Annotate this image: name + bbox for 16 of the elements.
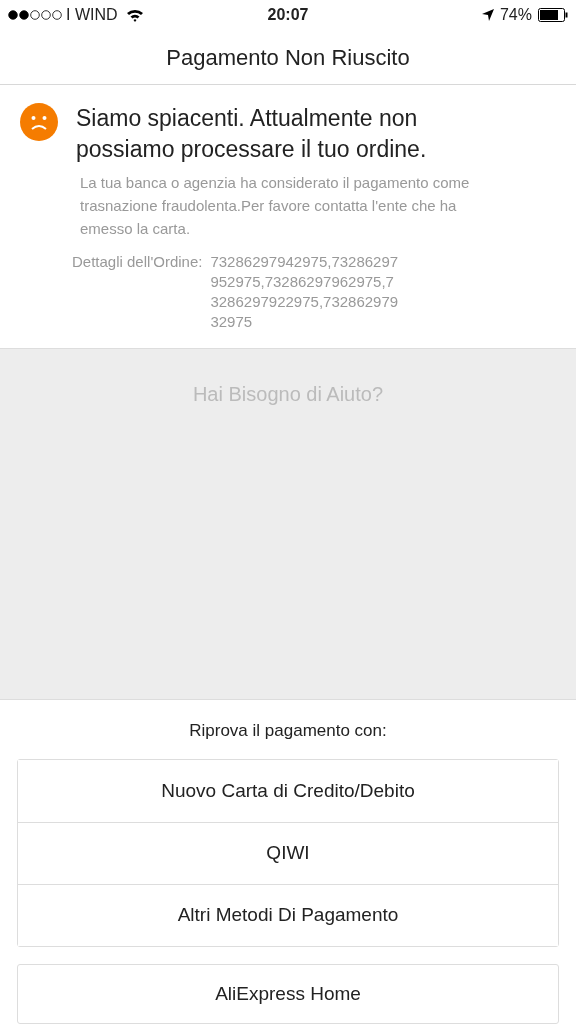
error-message: La tua banca o agenzia ha considerato il pagamento come trasnazione fraudolenta.Per favore contatta l'ente che ha emesso la carta.: [79, 173, 471, 239]
signal-icon: [8, 10, 62, 21]
battery-percentage: 74%: [499, 5, 532, 26]
sad-face-icon: [20, 103, 58, 141]
clock-time: 20:07: [267, 5, 309, 26]
home-button[interactable]: AliExpress Home: [17, 964, 559, 1024]
error-heading: Siamo spiacenti. Attualmente non possiamo processare il tuo ordine.: [76, 104, 428, 164]
order-details-label: Dettagli dell'Ordine:: [72, 252, 203, 272]
order-numbers: 73286297942975,73286297952975,73286297962975,73286297922975,73286297932975: [210, 252, 400, 332]
carrier-name: I WIND: [66, 5, 118, 26]
retry-label: Riprova il pagamento con:: [188, 719, 388, 742]
battery-icon: [538, 8, 568, 23]
wifi-icon: [125, 8, 144, 23]
location-arrow-icon: [481, 9, 494, 22]
page-title: Pagamento Non Riuscito: [166, 43, 410, 72]
payment-option[interactable]: Altri Metodi Di Pagamento: [18, 884, 558, 946]
